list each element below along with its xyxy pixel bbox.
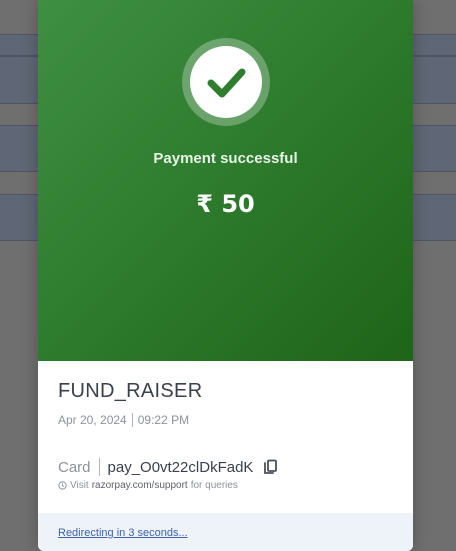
divider — [98, 458, 100, 476]
check-circle — [190, 46, 262, 118]
transaction-date: Apr 20, 2024 — [58, 413, 127, 427]
support-note: Visit razorpay.com/support for queries — [58, 480, 238, 491]
transaction-datetime: Apr 20, 2024 09:22 PM — [58, 413, 189, 427]
copy-icon — [264, 459, 278, 474]
support-suffix: for queries — [190, 480, 238, 491]
redirect-link[interactable]: Redirecting in 3 seconds... — [58, 527, 188, 539]
success-badge — [182, 38, 270, 126]
clock-icon — [58, 481, 67, 490]
payment-method: Card — [58, 458, 91, 476]
payment-amount: ₹ 50 — [196, 190, 255, 218]
success-header: Payment successful ₹ 50 — [38, 0, 413, 361]
payment-id: pay_O0vt22clDkFadK — [107, 458, 254, 476]
transaction-time: 09:22 PM — [137, 413, 190, 427]
support-prefix: Visit — [70, 480, 89, 491]
payment-receipt-modal: Payment successful ₹ 50 FUND_RAISER Apr … — [38, 0, 413, 551]
divider — [131, 413, 133, 427]
redirect-footer: Redirecting in 3 seconds... — [38, 513, 413, 551]
check-icon — [207, 68, 246, 98]
copy-payment-id-button[interactable] — [262, 459, 278, 476]
payment-status-title: Payment successful — [153, 150, 298, 167]
merchant-name: FUND_RAISER — [58, 380, 203, 402]
support-link[interactable]: razorpay.com/support — [92, 480, 188, 491]
payment-details: Card pay_O0vt22clDkFadK — [58, 458, 278, 476]
